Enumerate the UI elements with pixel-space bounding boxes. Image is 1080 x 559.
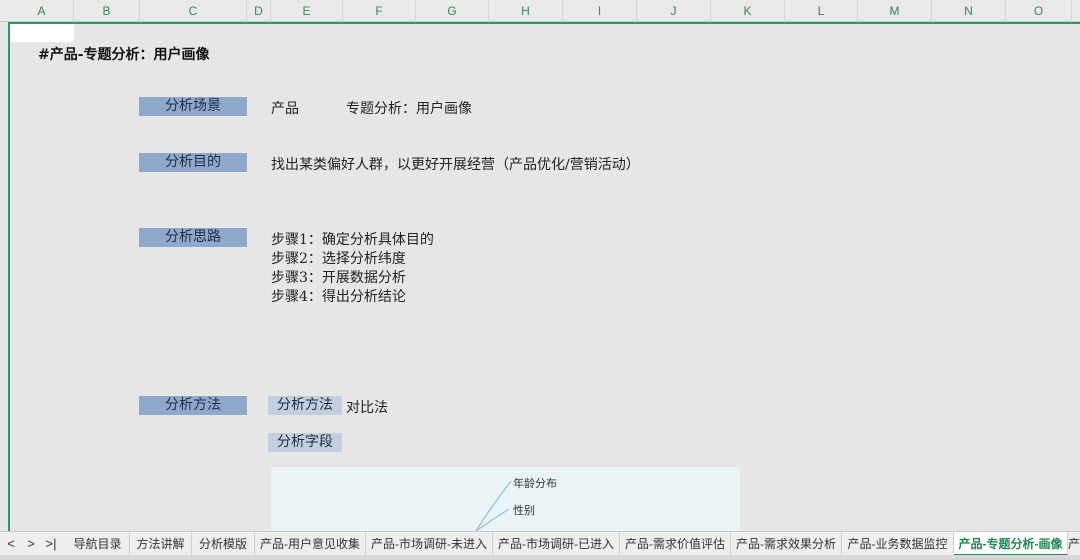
column-header-k[interactable]: K: [711, 0, 785, 22]
approach-step-3: 步骤3：开展数据分析: [271, 270, 406, 286]
method-sub-value: 对比法: [346, 400, 388, 416]
field-label: 分析字段: [268, 433, 342, 452]
tab-method[interactable]: 方法讲解: [130, 532, 192, 556]
column-header-m[interactable]: M: [858, 0, 932, 22]
tab-nav-next[interactable]: >: [22, 532, 40, 556]
method-sub-label: 分析方法: [268, 396, 342, 415]
approach-step-2: 步骤2：选择分析纬度: [271, 251, 406, 267]
column-header-c[interactable]: C: [140, 0, 247, 22]
tab-user-feedback[interactable]: 产品-用户意见收集: [255, 532, 366, 556]
column-header-row: A B C D E F G H I J K L M N O: [0, 0, 1080, 22]
column-header-f[interactable]: F: [343, 0, 416, 22]
mindmap-node-age: 年龄分布: [513, 478, 557, 490]
approach-step-4: 步骤4：得出分析结论: [271, 289, 406, 305]
tab-nav-last[interactable]: >|: [40, 532, 62, 556]
tab-template[interactable]: 分析模版: [192, 532, 255, 556]
tab-topic-portrait[interactable]: 产品-专题分析-画像: [954, 532, 1068, 556]
mindmap-node-gender: 性别: [513, 505, 535, 517]
tab-nav-prev[interactable]: <: [2, 532, 20, 556]
tab-demand-effect[interactable]: 产品-需求效果分析: [731, 532, 842, 556]
approach-label: 分析思路: [139, 228, 247, 247]
selected-cell-a1[interactable]: [10, 24, 74, 42]
page-title: #产品-专题分析：用户画像: [38, 47, 210, 63]
sheet-tab-bar: < > >| 导航目录 方法讲解 分析模版 产品-用户意见收集 产品-市场调研-…: [0, 531, 1080, 556]
column-header-b[interactable]: B: [74, 0, 140, 22]
mindmap-connectors: [475, 480, 512, 531]
status-strip: [0, 555, 1080, 559]
column-header-a[interactable]: A: [10, 0, 74, 22]
column-header-g[interactable]: G: [416, 0, 489, 22]
scene-value-product: 产品: [271, 101, 299, 117]
column-header-e[interactable]: E: [271, 0, 343, 22]
tab-market-not-entered[interactable]: 产品-市场调研-未进入: [366, 532, 493, 556]
column-header-o[interactable]: O: [1006, 0, 1072, 22]
selection-border-left: [8, 22, 10, 531]
scene-label: 分析场景: [139, 97, 247, 116]
purpose-value: 找出某类偏好人群，以更好开展经营（产品优化/营销活动）: [271, 157, 640, 173]
tab-market-entered[interactable]: 产品-市场调研-已进入: [493, 532, 620, 556]
method-label: 分析方法: [139, 396, 247, 415]
approach-step-1: 步骤1：确定分析具体目的: [271, 232, 434, 248]
column-header-i[interactable]: I: [563, 0, 637, 22]
column-header-l[interactable]: L: [785, 0, 858, 22]
mindmap-image[interactable]: 年龄分布 性别: [271, 467, 740, 531]
column-header-h[interactable]: H: [489, 0, 563, 22]
tab-overflow[interactable]: 产: [1068, 532, 1080, 556]
selection-border-top: [8, 22, 1080, 24]
tab-navigation[interactable]: 导航目录: [66, 532, 130, 556]
column-header-j[interactable]: J: [637, 0, 711, 22]
column-header-n[interactable]: N: [932, 0, 1006, 22]
column-header-d[interactable]: D: [247, 0, 271, 22]
purpose-label: 分析目的: [139, 153, 247, 172]
scene-value-topic: 专题分析：用户画像: [346, 101, 472, 117]
tab-business-monitor[interactable]: 产品-业务数据监控: [842, 532, 954, 556]
tab-demand-value[interactable]: 产品-需求价值评估: [620, 532, 731, 556]
